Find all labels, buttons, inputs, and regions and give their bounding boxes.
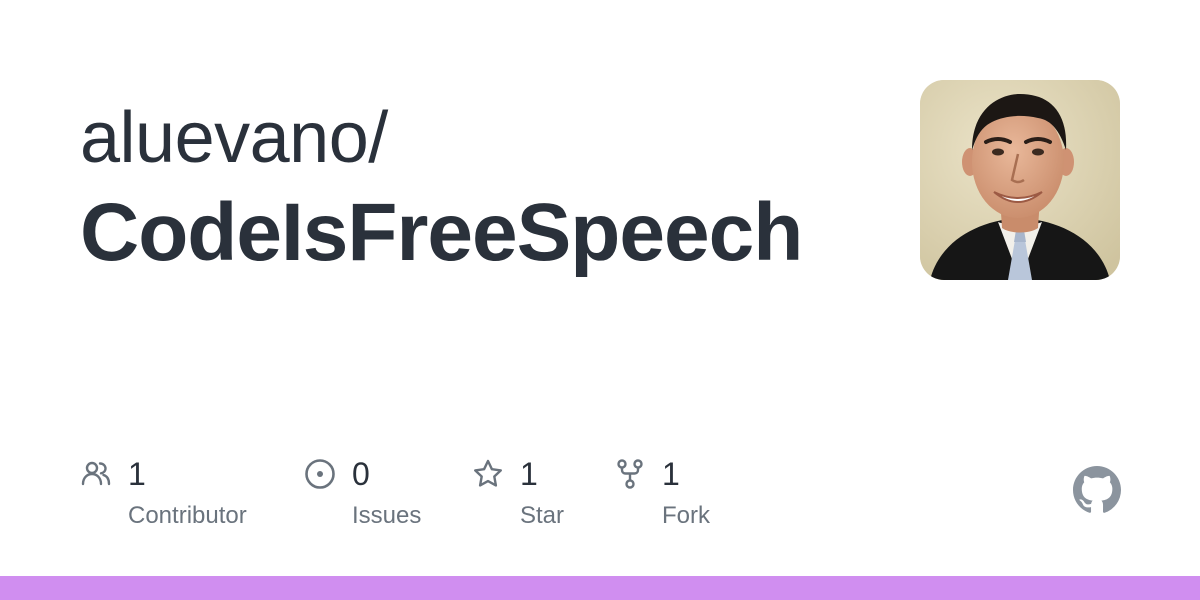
owner-avatar[interactable] <box>920 80 1120 280</box>
issues-label: Issues <box>352 502 422 529</box>
people-icon <box>80 458 112 490</box>
repo-name[interactable]: CodeIsFreeSpeech <box>80 188 803 278</box>
contributors-label: Contributor <box>128 502 247 529</box>
stars-label: Star <box>520 502 565 529</box>
repo-owner[interactable]: aluevano/ <box>80 96 388 180</box>
social-preview-card: aluevano/ CodeIsFreeSpeech 1 Contributor… <box>0 0 1200 600</box>
star-icon <box>472 458 504 490</box>
contributors-count: 1 <box>128 456 146 492</box>
repo-forked-icon <box>614 458 646 490</box>
issue-opened-icon <box>304 458 336 490</box>
github-logo-icon[interactable] <box>1073 466 1121 514</box>
language-bar <box>0 576 1200 600</box>
forks-label: Fork <box>662 502 710 529</box>
issues-count: 0 <box>352 456 370 492</box>
stars-count: 1 <box>520 456 538 492</box>
forks-count: 1 <box>662 456 680 492</box>
avatar-photo <box>920 80 1120 280</box>
